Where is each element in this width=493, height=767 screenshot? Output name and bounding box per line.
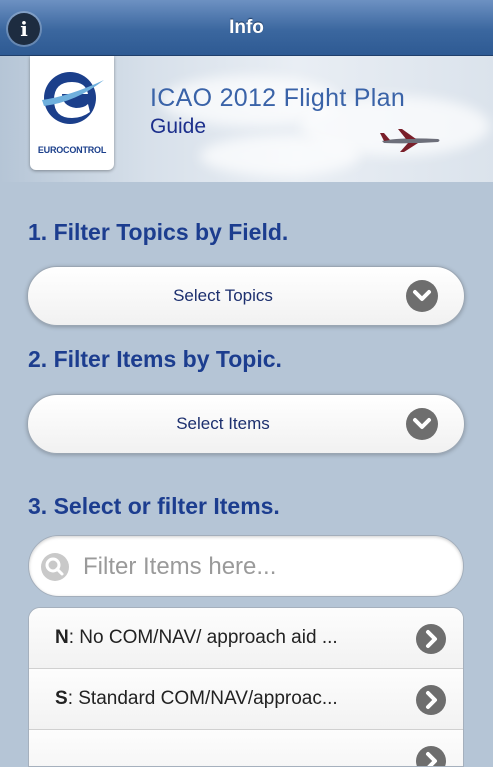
chevron-right-icon bbox=[416, 685, 446, 715]
list-item[interactable] bbox=[29, 730, 463, 766]
select-topics-button[interactable]: Select Topics bbox=[27, 266, 465, 326]
item-code: N bbox=[55, 627, 69, 648]
header-bar: Info i bbox=[0, 0, 493, 56]
filter-items-input[interactable] bbox=[81, 546, 455, 588]
select-items-label: Select Items bbox=[176, 414, 270, 433]
info-icon[interactable]: i bbox=[8, 13, 40, 45]
chevron-right-icon bbox=[416, 746, 446, 766]
section-heading-filter: 3. Select or filter Items. bbox=[28, 493, 280, 519]
item-description: : No COM/NAV/ approach aid ... bbox=[68, 627, 338, 648]
page-title: Info bbox=[229, 17, 264, 38]
section-heading-items: 2. Filter Items by Topic. bbox=[28, 346, 282, 372]
select-topics-label: Select Topics bbox=[173, 286, 273, 305]
item-code: S bbox=[55, 688, 68, 709]
logo-icon bbox=[42, 72, 104, 124]
items-list: N: No COM/NAV/ approach aid ... S: Stand… bbox=[28, 607, 464, 767]
chevron-down-icon bbox=[406, 280, 438, 312]
airplane-icon bbox=[380, 129, 440, 152]
item-description: : Standard COM/NAV/approac... bbox=[67, 688, 338, 709]
logo-text: EUROCONTROL bbox=[37, 145, 107, 155]
banner-title: ICAO 2012 Flight Plan bbox=[150, 84, 406, 112]
section-heading-topics: 1. Filter Topics by Field. bbox=[28, 219, 289, 245]
search-box bbox=[28, 535, 464, 597]
search-icon bbox=[41, 553, 69, 581]
chevron-down-icon bbox=[406, 408, 438, 440]
eurocontrol-logo: EUROCONTROL bbox=[30, 56, 114, 170]
list-item[interactable]: N: No COM/NAV/ approach aid ... bbox=[29, 608, 463, 669]
select-items-button[interactable]: Select Items bbox=[27, 394, 465, 454]
banner-subtitle: Guide bbox=[150, 115, 207, 138]
list-item[interactable]: S: Standard COM/NAV/approac... bbox=[29, 669, 463, 730]
chevron-right-icon bbox=[416, 624, 446, 654]
